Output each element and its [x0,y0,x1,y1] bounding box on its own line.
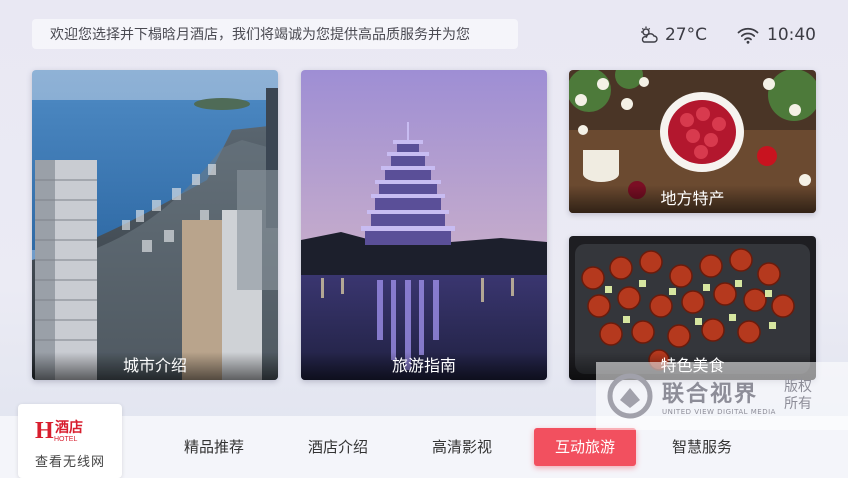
watermark-english: UNITED VIEW DIGITAL MEDIA [662,408,776,416]
tile-featured-food[interactable]: 特色美食 [569,236,816,380]
svg-text:HOTEL: HOTEL [54,436,77,443]
welcome-marquee: 欢迎您选择并下榻晗月酒店，我们将竭诚为您提供高品质服务并为您 [32,19,518,49]
watermark-name: 联合视界 [662,382,759,407]
hotel-wifi-button[interactable]: H 酒店 HOTEL 查看无线网 [18,404,122,478]
main-nav: 精品推荐 酒店介绍 高清影视 互动旅游 智慧服务 [0,428,848,466]
tile-travel-guide[interactable]: 旅游指南 [301,70,547,380]
united-view-logo-icon [607,373,653,419]
tile-specialties-label: 地方特产 [569,185,816,213]
clock: 10:40 [767,25,816,45]
welcome-text: 欢迎您选择并下榻晗月酒店，我们将竭诚为您提供高品质服务并为您 [50,27,470,43]
nav-item-recommended[interactable]: 精品推荐 [172,428,256,466]
wifi-icon [737,27,759,44]
nav-item-hotel-intro[interactable]: 酒店介绍 [296,428,380,466]
pagoda-night-image [301,70,547,380]
svg-text:酒店: 酒店 [55,419,83,436]
partly-cloudy-icon [640,26,658,43]
tile-city-intro[interactable]: 城市介绍 [32,70,278,380]
nav-item-smart-services[interactable]: 智慧服务 [660,428,744,466]
city-coast-image [32,70,278,380]
nav-item-hd-video[interactable]: 高清影视 [420,428,504,466]
nav-item-interactive-travel[interactable]: 互动旅游 [534,428,636,466]
temperature: 27°C [664,25,707,45]
hotel-logo-icon: H 酒店 HOTEL [35,418,83,443]
tile-guide-label: 旅游指南 [301,352,547,380]
tile-local-specialties[interactable]: 地方特产 [569,70,816,213]
watermark-rights: 版权所有 [783,379,812,412]
svg-text:H: H [35,418,54,443]
tile-city-label: 城市介绍 [32,352,278,380]
status-bar: 27°C 10:40 [639,22,816,48]
copyright-watermark: 联合视界 UNITED VIEW DIGITAL MEDIA 版权所有 [596,362,848,430]
wifi-info-label: 查看无线网 [34,455,105,470]
